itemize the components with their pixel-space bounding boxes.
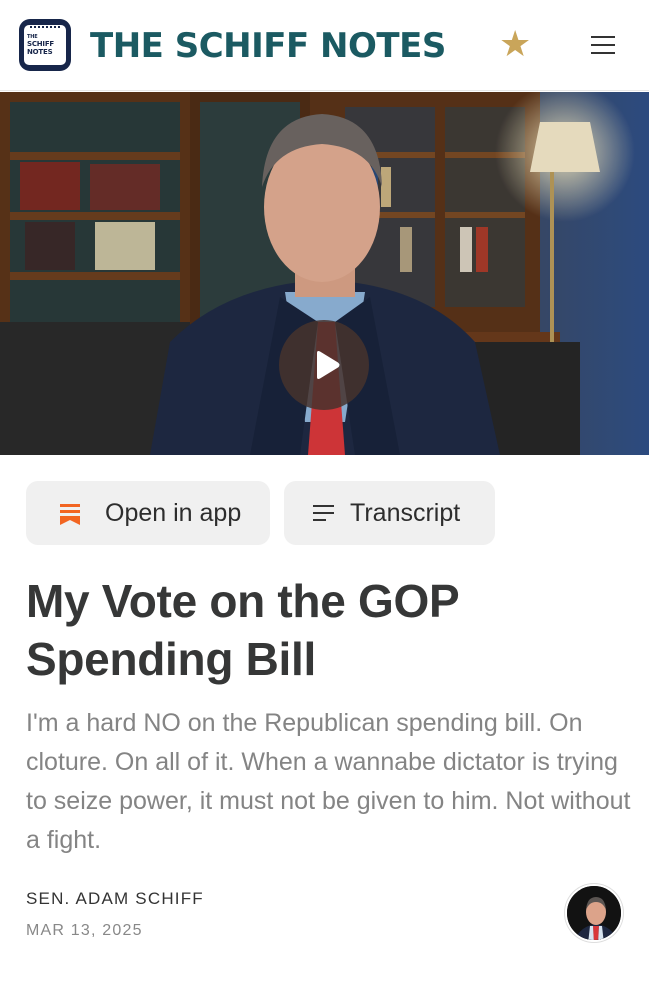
logo-notepad: THE SCHIFF NOTES	[24, 25, 66, 65]
logo-text: THE SCHIFF NOTES	[27, 34, 63, 56]
transcript-label: Transcript	[350, 499, 461, 527]
article-title: My Vote on the GOP Spending Bill	[26, 575, 459, 685]
site-header: THE SCHIFF NOTES THE SCHIFF NOTES ★	[0, 0, 649, 91]
menu-line	[591, 52, 615, 54]
open-in-app-button[interactable]: Open in app	[26, 481, 270, 545]
play-icon	[317, 351, 340, 379]
brand-title[interactable]: THE SCHIFF NOTES	[90, 27, 446, 65]
avatar-photo	[567, 886, 621, 940]
site-logo[interactable]: THE SCHIFF NOTES	[19, 19, 71, 71]
hamburger-menu-icon[interactable]	[590, 34, 616, 56]
author-avatar[interactable]	[565, 884, 623, 942]
article-subtitle: I'm a hard NO on the Republican spending…	[26, 709, 631, 854]
logo-text-mid: SCHIFF	[27, 40, 55, 48]
menu-line	[591, 44, 615, 46]
transcript-button[interactable]: Transcript	[284, 481, 495, 545]
bookmark-stack-icon	[60, 504, 80, 525]
post-date: MAR 13, 2025	[26, 922, 143, 939]
logo-text-bottom: NOTES	[27, 48, 53, 56]
video-player[interactable]	[0, 92, 649, 455]
play-button[interactable]	[279, 320, 369, 410]
star-icon: ★	[499, 24, 532, 65]
open-in-app-label: Open in app	[105, 499, 242, 527]
lines-icon	[313, 505, 334, 521]
author-name[interactable]: SEN. ADAM SCHIFF	[26, 889, 204, 909]
menu-line	[591, 36, 615, 38]
logo-rings	[30, 26, 60, 30]
